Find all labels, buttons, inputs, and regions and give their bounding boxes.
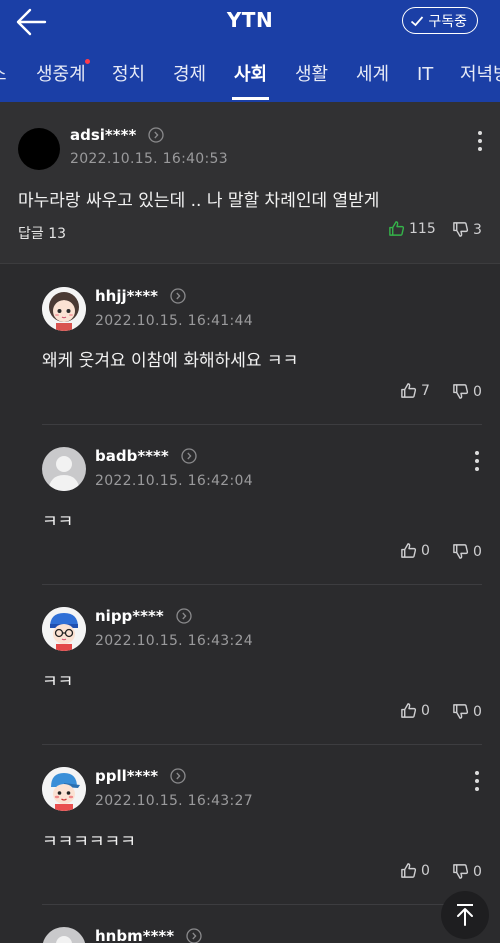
tab-life[interactable]: 생활 — [295, 44, 328, 102]
check-icon — [411, 15, 424, 26]
app-header: YTN 구독중 — [0, 0, 500, 44]
dislike-count: 3 — [473, 221, 482, 238]
thumbs-down-icon — [453, 222, 469, 237]
like-button[interactable]: 0 — [400, 542, 430, 559]
comment-username-row[interactable]: adsi**** — [70, 126, 164, 144]
boy-cap-character-icon — [42, 767, 86, 811]
scroll-to-top-button[interactable] — [441, 891, 489, 939]
dislike-count: 0 — [473, 383, 482, 400]
default-user-icon — [48, 456, 80, 491]
dislike-button[interactable]: 0 — [452, 863, 482, 880]
chevron-right-circle-icon — [176, 608, 192, 624]
reply-username-row[interactable]: nipp**** — [95, 607, 192, 625]
thumbs-down-icon — [453, 864, 469, 879]
like-button[interactable]: 0 — [400, 862, 430, 879]
more-options-icon[interactable] — [474, 130, 486, 152]
reply-username: ppll**** — [95, 767, 159, 785]
avatar — [42, 607, 86, 651]
avatar — [18, 128, 60, 170]
dislike-count: 0 — [473, 543, 482, 560]
divider — [42, 584, 482, 585]
reply-username: hhjj**** — [95, 287, 159, 305]
chevron-right-circle-icon — [186, 928, 202, 943]
reply-username: hnbm**** — [95, 927, 175, 943]
avatar — [42, 767, 86, 811]
like-count: 0 — [421, 702, 430, 719]
dislike-button[interactable]: 3 — [452, 221, 482, 238]
reply-date: 2022.10.15. 16:41:44 — [95, 313, 253, 329]
reply-date: 2022.10.15. 16:43:24 — [95, 633, 253, 649]
reply-username-row[interactable]: hhjj**** — [95, 287, 186, 305]
new-badge-dot — [85, 59, 90, 64]
divider — [42, 904, 482, 905]
dislike-button[interactable]: 0 — [452, 383, 482, 400]
subscribe-label: 구독중 — [428, 13, 467, 30]
tab-world[interactable]: 세계 — [356, 44, 389, 102]
dislike-button[interactable]: 0 — [452, 543, 482, 560]
thumbs-down-icon — [453, 384, 469, 399]
tab-evening[interactable]: 저녁방 — [460, 44, 500, 102]
girl-character-icon — [42, 287, 86, 331]
reply-username-row[interactable]: hnbm**** — [95, 927, 202, 943]
arrow-up-icon — [457, 904, 473, 926]
tab-live[interactable]: 생중계 — [36, 44, 86, 102]
category-tabs: 스 생중계 정치 경제 사회 생활 세계 IT 저녁방 — [0, 44, 500, 102]
thumbs-up-icon — [401, 863, 417, 878]
reply-date: 2022.10.15. 16:42:04 — [95, 473, 253, 489]
avatar — [42, 447, 86, 491]
tab-society[interactable]: 사회 — [231, 44, 270, 102]
tab-politics[interactable]: 정치 — [112, 44, 145, 102]
thumbs-down-icon — [453, 544, 469, 559]
avatar — [42, 927, 86, 943]
avatar — [42, 287, 86, 331]
thumbs-up-icon — [389, 221, 405, 236]
default-user-icon — [56, 936, 72, 943]
reply-text: ㅋㅋ — [42, 512, 74, 532]
thumbs-up-icon — [401, 703, 417, 718]
thumbs-up-icon — [401, 543, 417, 558]
reply-text: 왜케 웃겨요 이참에 화해하세요 ㅋㅋ — [42, 351, 299, 371]
thumbs-up-icon — [401, 383, 417, 398]
chevron-right-circle-icon — [170, 768, 186, 784]
reply-list: hhjj**** 2022.10.15. 16:41:44 왜케 웃겨요 이참에… — [0, 264, 500, 943]
reply-date: 2022.10.15. 16:43:27 — [95, 793, 253, 809]
divider — [42, 424, 482, 425]
tab-economy[interactable]: 경제 — [173, 44, 206, 102]
comment-username: adsi**** — [70, 126, 137, 144]
tab-it[interactable]: IT — [417, 44, 433, 102]
dislike-count: 0 — [473, 703, 482, 720]
dislike-button[interactable]: 0 — [452, 703, 482, 720]
main-comment: adsi**** 2022.10.15. 16:40:53 마누라랑 싸우고 있… — [0, 102, 500, 264]
reply-text: ㅋㅋ — [42, 672, 74, 692]
more-options-icon[interactable] — [471, 450, 483, 472]
chevron-right-circle-icon — [148, 127, 164, 143]
like-count: 0 — [421, 542, 430, 559]
reply-username-row[interactable]: badb**** — [95, 447, 197, 465]
reply-username: nipp**** — [95, 607, 164, 625]
like-count: 115 — [409, 220, 436, 237]
like-count: 0 — [421, 862, 430, 879]
subscribe-button[interactable]: 구독중 — [402, 7, 478, 34]
like-button[interactable]: 0 — [400, 702, 430, 719]
like-count: 7 — [421, 382, 430, 399]
boy-glasses-character-icon — [42, 607, 86, 651]
reply-text: ㅋㅋㅋㅋㅋㅋ — [42, 832, 136, 852]
chevron-right-circle-icon — [181, 448, 197, 464]
dislike-count: 0 — [473, 863, 482, 880]
more-options-icon[interactable] — [471, 770, 483, 792]
comment-text: 마누라랑 싸우고 있는데 .. 나 말할 차례인데 열받게 — [18, 191, 380, 211]
comment-date: 2022.10.15. 16:40:53 — [70, 151, 228, 167]
like-button[interactable]: 115 — [388, 220, 436, 237]
thumbs-down-icon — [453, 704, 469, 719]
reply-username-row[interactable]: ppll**** — [95, 767, 186, 785]
like-button[interactable]: 7 — [400, 382, 430, 399]
reply-count-button[interactable]: 답글 13 — [18, 223, 66, 243]
divider — [42, 744, 482, 745]
tab-partial-left[interactable]: 스 — [0, 44, 7, 102]
chevron-right-circle-icon — [170, 288, 186, 304]
reply-username: badb**** — [95, 447, 169, 465]
